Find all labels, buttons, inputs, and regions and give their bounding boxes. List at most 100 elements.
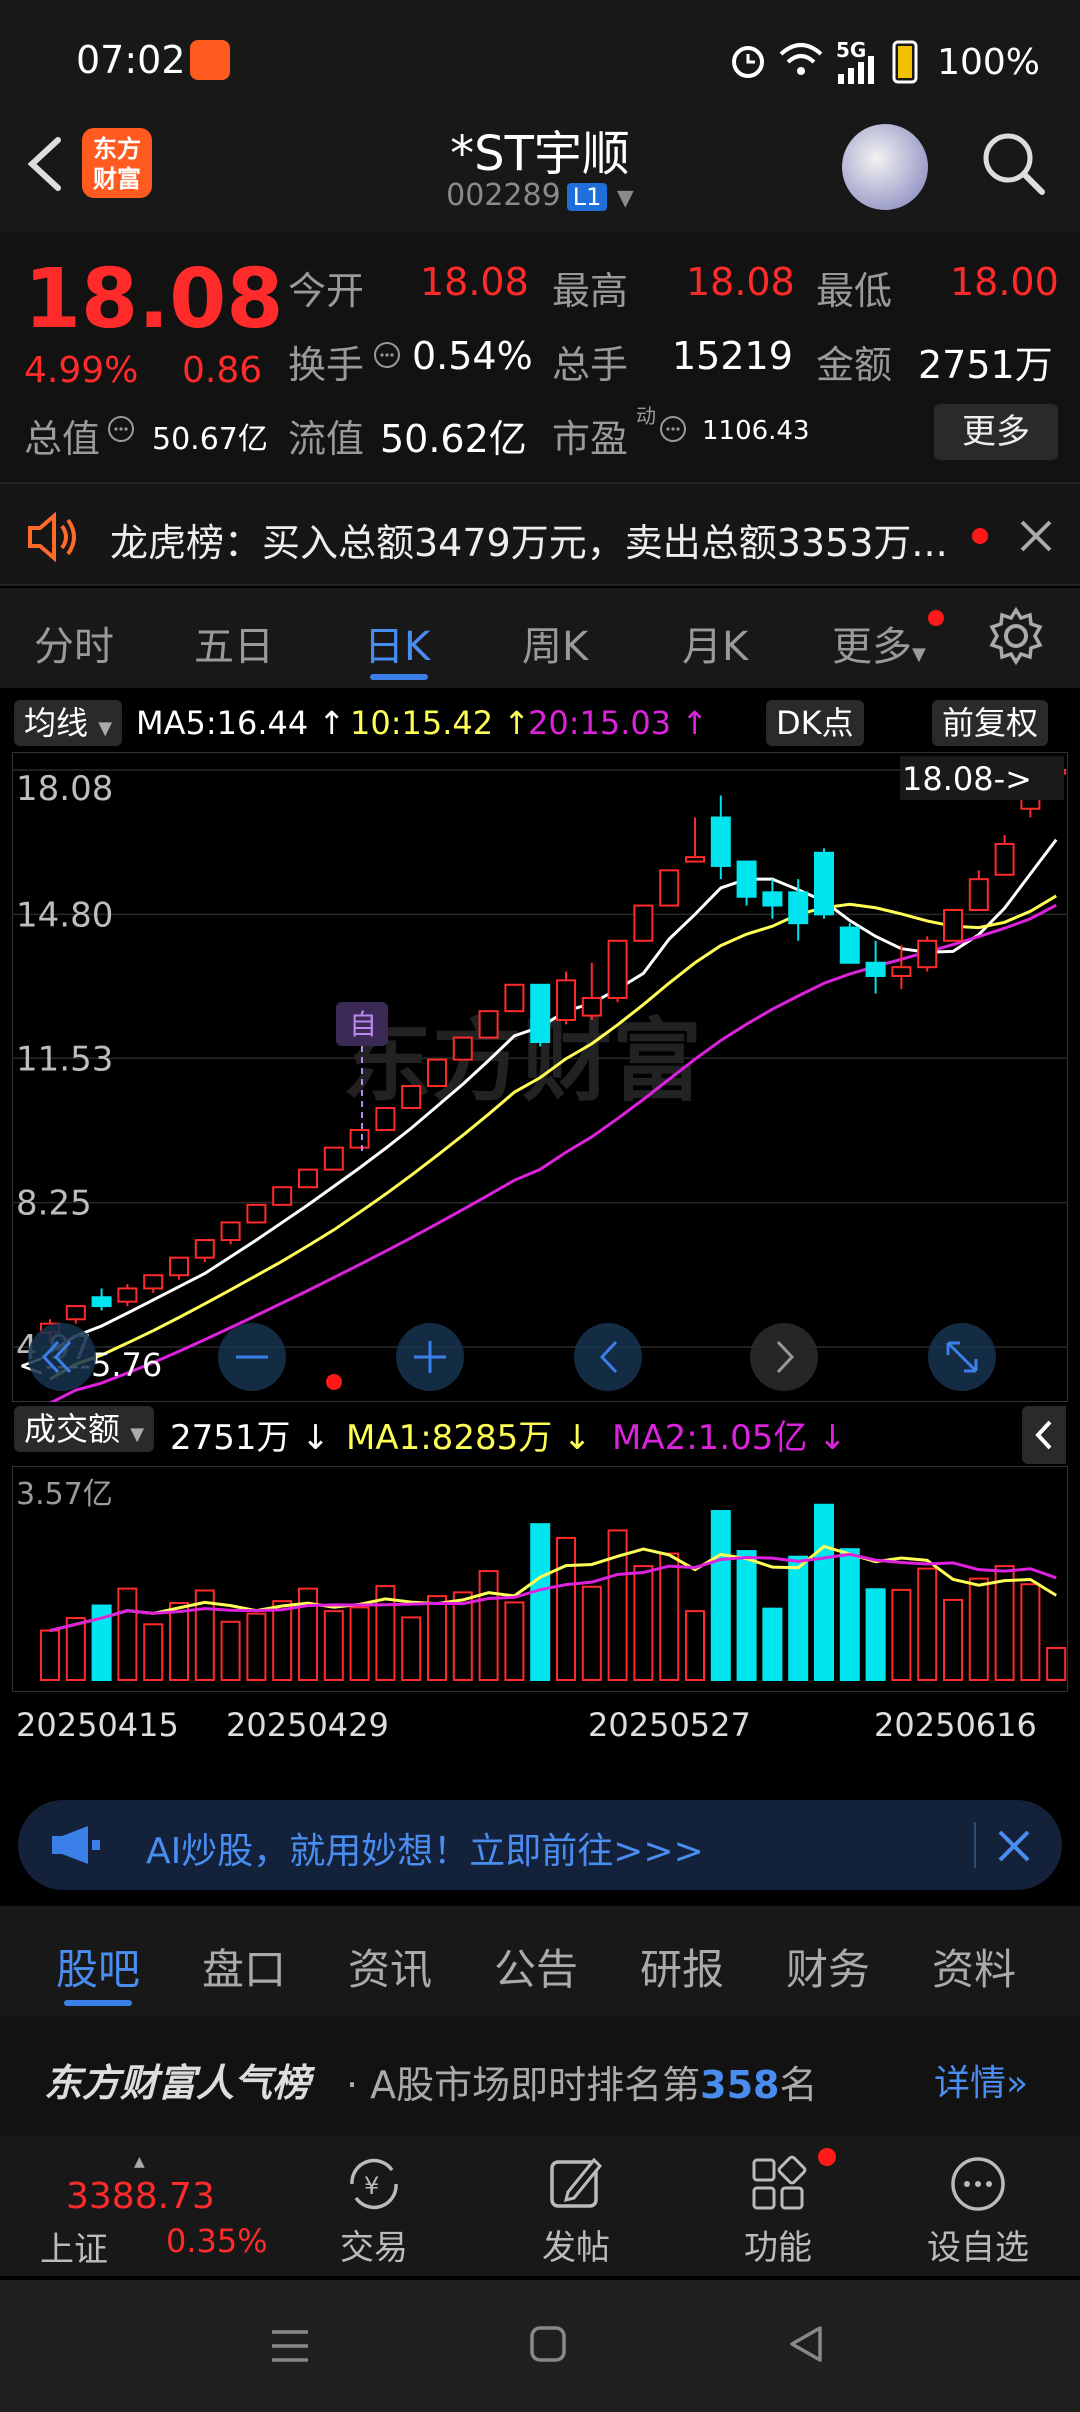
arrow-up-icon: ↑: [503, 704, 531, 742]
chart-period-tabs: 分时 五日 日K 周K 月K 更多▼: [0, 588, 1080, 688]
recent-apps-icon[interactable]: [268, 2324, 312, 2368]
index-value[interactable]: 3388.73: [66, 2176, 215, 2217]
tab-announcements[interactable]: 公告: [494, 1936, 578, 1997]
candlestick-chart[interactable]: 东方财富 18.0814.8011.538.254.97 自 18.08-> <…: [12, 752, 1068, 1402]
robot-assistant-avatar[interactable]: [842, 124, 928, 210]
chevron-down-icon: ▼: [616, 186, 634, 211]
volume-ma2-text: MA2:1.05亿: [612, 1418, 808, 1458]
high-label: 最高: [552, 269, 629, 313]
chevron-down-icon: ▼: [130, 1424, 145, 1445]
ma-legend-row: 均线 ▼ MA5:16.44 ↑ 10:15.42 ↑ 20:15.03 ↑ D…: [0, 688, 1080, 758]
search-icon[interactable]: [978, 128, 1048, 198]
volume-bar: [685, 1610, 705, 1681]
active-tab-indicator: [64, 2000, 132, 2006]
open-value: 18.08: [420, 260, 529, 304]
candle-body: [169, 1256, 189, 1277]
volume-chart[interactable]: 3.57亿: [12, 1466, 1068, 1692]
volume-value: 15219: [672, 334, 793, 378]
back-nav-icon[interactable]: [784, 2322, 828, 2366]
nav-post[interactable]: 发帖: [506, 2154, 646, 2269]
tab-monthly-k[interactable]: 月K: [682, 614, 748, 672]
volume-bar: [117, 1587, 138, 1681]
close-icon[interactable]: [994, 1826, 1034, 1866]
volume-indicator-select[interactable]: 成交额 ▼: [14, 1406, 155, 1452]
tab-finance[interactable]: 财务: [786, 1936, 870, 1997]
tab-research[interactable]: 研报: [640, 1936, 724, 1997]
gear-icon[interactable]: [986, 606, 1046, 666]
home-icon[interactable]: [526, 2322, 570, 2366]
volume-max-label: 3.57亿: [16, 1477, 113, 1512]
trade-icon: ¥: [350, 2158, 398, 2210]
adjust-toggle[interactable]: 前复权: [932, 700, 1049, 746]
volume-bar: [323, 1610, 344, 1681]
tab-daily-k[interactable]: 日K: [364, 614, 430, 672]
quote-panel: 18.08 4.99% 0.86 今开 18.08 最高 18.08 最低 18…: [0, 232, 1080, 482]
dragon-tiger-notice[interactable]: 龙虎榜：买入总额3479万元，卖出总额3353万...: [0, 482, 1080, 586]
volume-now: 2751万 ↓: [170, 1410, 330, 1459]
tab-more[interactable]: 更多▼: [832, 614, 926, 672]
tab-guba[interactable]: 股吧: [56, 1936, 140, 1997]
nav-trade[interactable]: ¥ 交易: [304, 2154, 444, 2269]
candle-body: [504, 983, 525, 1013]
rank-detail-link[interactable]: 详情»: [934, 2054, 1028, 2106]
more-circle-icon: [951, 2157, 1005, 2211]
level-badge: L1: [566, 183, 608, 211]
collapse-panel-button[interactable]: [1022, 1406, 1066, 1464]
chevron-down-icon: ▼: [98, 718, 113, 739]
alarm-icon: [732, 46, 764, 78]
fullscreen-button[interactable]: [928, 1323, 996, 1391]
candle-body: [788, 891, 809, 925]
candle-body: [194, 1239, 215, 1259]
nav-add-watchlist[interactable]: 设自选: [908, 2154, 1048, 2269]
popularity-rank[interactable]: 东方财富人气榜 · A股市场即时排名第358名 详情»: [0, 2016, 1080, 2136]
candle-body: [323, 1146, 344, 1171]
rank-suffix: 名: [779, 2063, 818, 2107]
index-name: 上证: [40, 2230, 108, 2270]
candle-body: [891, 966, 912, 977]
pe-dynamic-mark: 动: [636, 404, 656, 428]
volume-bar: [1046, 1646, 1067, 1682]
candle-body: [736, 860, 757, 898]
volume-bar: [814, 1503, 834, 1682]
candle-body: [530, 983, 551, 1043]
tab-order-book[interactable]: 盘口: [202, 1936, 286, 1997]
rank-text: · A股市场即时排名第358名: [346, 2054, 818, 2109]
info-icon[interactable]: [106, 414, 136, 444]
more-button[interactable]: 更多: [934, 404, 1058, 460]
tab-weekly-k[interactable]: 周K: [522, 614, 588, 672]
volume-bar: [349, 1606, 370, 1682]
unread-dot: [818, 2148, 836, 2166]
tab-more-label: 更多: [832, 624, 912, 670]
notification-icon: [190, 40, 230, 80]
tab-profile[interactable]: 资料: [932, 1936, 1016, 1997]
volume-bar: [607, 1529, 628, 1681]
ma-select[interactable]: 均线 ▼: [14, 700, 123, 746]
event-dot: [326, 1374, 342, 1390]
volume-bar: [452, 1591, 473, 1681]
close-icon[interactable]: [1016, 516, 1056, 556]
self-marker-text: 自: [349, 1008, 377, 1041]
chevron-down-icon: ▼: [912, 644, 926, 665]
double-chevron-right-icon: »: [1006, 2063, 1029, 2104]
chart-watermark: 东方财富: [342, 1009, 702, 1114]
pe-value: 1106.43: [702, 416, 810, 446]
info-icon[interactable]: [658, 414, 688, 444]
zoom-in-button[interactable]: [396, 1323, 464, 1391]
candle-body: [994, 842, 1015, 876]
tab-news[interactable]: 资讯: [348, 1936, 432, 1997]
volume-ma1: MA1:8285万 ↓: [346, 1410, 592, 1459]
candle-body: [65, 1305, 86, 1321]
info-icon[interactable]: [372, 340, 402, 370]
tab-five-day[interactable]: 五日: [194, 614, 274, 672]
scroll-left-button[interactable]: [574, 1323, 642, 1391]
scroll-right-button[interactable]: [750, 1323, 818, 1391]
nav-functions[interactable]: 功能: [708, 2154, 848, 2269]
dk-point-toggle[interactable]: DK点: [766, 700, 864, 746]
stock-header: 东方 财富 *ST宇顺 002289 L1 ▼: [0, 100, 1080, 232]
ai-banner[interactable]: AI炒股，就用妙想！立即前往>>>: [18, 1800, 1062, 1890]
scroll-left-fast-button[interactable]: [28, 1323, 96, 1391]
candle-body: [968, 878, 989, 911]
tab-intraday[interactable]: 分时: [34, 614, 114, 672]
volume-bar: [246, 1612, 267, 1681]
zoom-out-button[interactable]: [218, 1323, 286, 1391]
